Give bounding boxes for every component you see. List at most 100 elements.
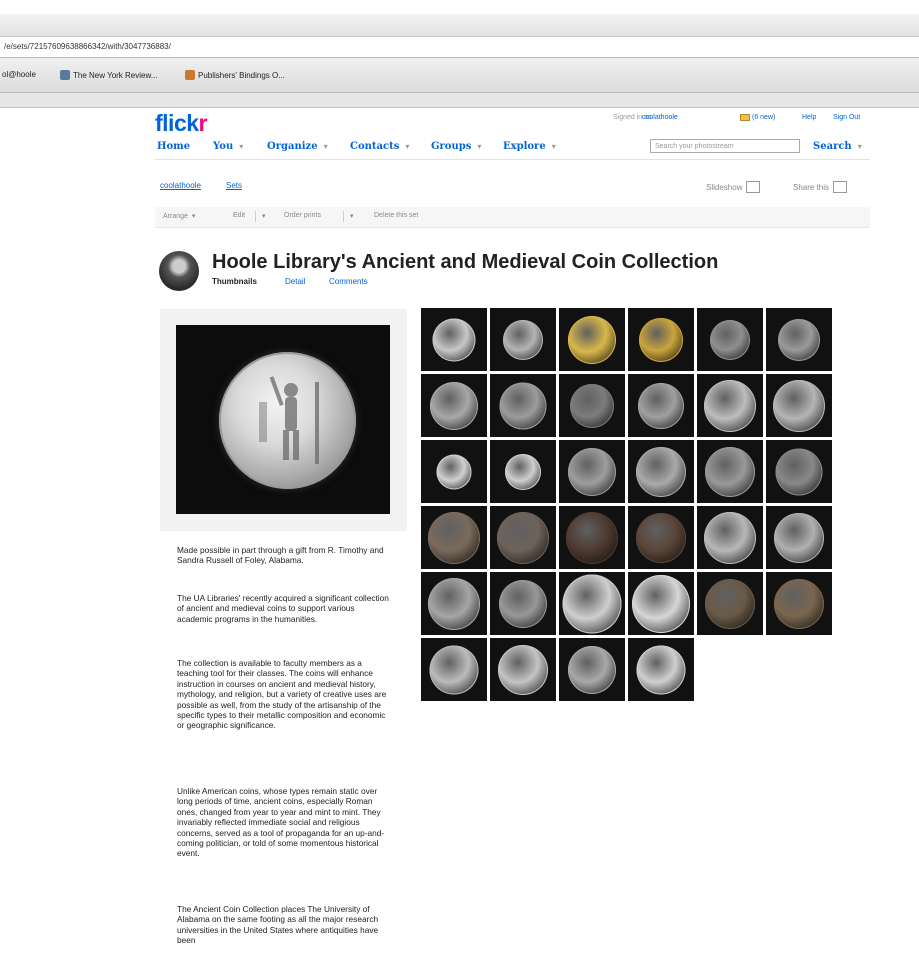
coin-image xyxy=(430,381,478,430)
thumbnail-silver-coin-portrait[interactable] xyxy=(421,374,487,437)
delete-set-button[interactable]: Delete this set xyxy=(374,212,418,219)
username-link[interactable]: coolathoole xyxy=(642,114,678,121)
coin-image xyxy=(429,645,479,694)
share-button[interactable]: Share this xyxy=(793,181,848,193)
bookmark-item[interactable]: The New York Review... xyxy=(60,70,157,80)
nav-explore[interactable]: Explore ▾ xyxy=(503,141,556,152)
order-chevron-icon[interactable]: ▾ xyxy=(350,212,354,220)
coin-image xyxy=(774,578,824,629)
thumbnail-silver-coin-star-2[interactable] xyxy=(766,374,832,437)
thumbnail-bronze-coin[interactable] xyxy=(421,506,487,569)
thumbnail-dark-silver-coin-3[interactable] xyxy=(766,440,832,503)
description-paragraph: The UA Libraries' recently acquired a si… xyxy=(177,593,389,624)
coin-image xyxy=(636,645,686,694)
description-paragraph: Made possible in part through a gift fro… xyxy=(177,545,384,566)
nav-groups[interactable]: Groups ▾ xyxy=(431,141,481,152)
view-detail[interactable]: Detail xyxy=(285,277,305,286)
primary-photo[interactable] xyxy=(176,325,390,514)
thumbnail-gold-coin-standing[interactable] xyxy=(628,308,694,371)
thumbnail-silver-coin-standing-2[interactable] xyxy=(628,638,694,701)
coin-image xyxy=(705,578,755,629)
mail-link[interactable]: (6 new) xyxy=(740,114,775,121)
standing-figure-icon xyxy=(259,376,319,464)
view-comments[interactable]: Comments xyxy=(329,277,368,286)
chevron-down-icon[interactable]: ▾ xyxy=(858,142,862,151)
set-toolbar: Arrange ▾ Edit ▾ Order prints ▾ Delete th… xyxy=(155,207,870,228)
search-button[interactable]: Search ▾ xyxy=(813,141,862,152)
thumbnail-dark-bronze-coin-2[interactable] xyxy=(628,506,694,569)
thumbnail-silver-coin-bright-2[interactable] xyxy=(766,506,832,569)
chevron-down-icon[interactable]: ▾ xyxy=(405,142,409,151)
thumbnail-silver-coin-portrait-3[interactable] xyxy=(490,638,556,701)
thumbnail-silver-coin-portrait-2[interactable] xyxy=(490,374,556,437)
thumbnail-bronze-coin-2[interactable] xyxy=(490,506,556,569)
toolbar-separator xyxy=(255,211,256,222)
coin-image xyxy=(568,447,616,496)
coin-image xyxy=(568,315,616,364)
coin-image xyxy=(636,512,686,563)
thumbnail-dark-coin-ring-2[interactable] xyxy=(766,572,832,635)
view-thumbnails[interactable]: Thumbnails xyxy=(212,277,257,286)
coin-image xyxy=(432,318,476,361)
coin-image xyxy=(436,454,472,489)
thumbnail-silver-coin-worn[interactable] xyxy=(628,374,694,437)
chevron-down-icon[interactable]: ▾ xyxy=(552,142,556,151)
thumbnail-large-silver-coin-inscription[interactable] xyxy=(559,572,625,635)
thumbnail-dark-silver-coin[interactable] xyxy=(697,308,763,371)
share-icon xyxy=(833,181,848,193)
thumbnail-dark-bronze-coin[interactable] xyxy=(559,506,625,569)
coin-image xyxy=(499,579,547,628)
share-label: Share this xyxy=(793,182,830,192)
thumbnail-large-silver-coin-inscription-2[interactable] xyxy=(628,572,694,635)
coin-image xyxy=(704,511,756,564)
thumbnail-silver-coin-standing-figure[interactable] xyxy=(421,308,487,371)
toolbar-separator xyxy=(343,211,344,222)
chevron-down-icon[interactable]: ▾ xyxy=(324,142,328,151)
address-url[interactable]: /e/sets/72157609638866342/with/304773688… xyxy=(4,42,171,51)
address-bar[interactable]: /e/sets/72157609638866342/with/304773688… xyxy=(0,37,919,58)
help-link[interactable]: Help xyxy=(802,114,816,121)
nav-organize[interactable]: Organize ▾ xyxy=(267,141,328,152)
nav-you[interactable]: You ▾ xyxy=(213,141,243,152)
chevron-down-icon[interactable]: ▾ xyxy=(239,142,243,151)
sign-out-link[interactable]: Sign Out xyxy=(833,114,860,121)
bookmark-label: ol@hoole xyxy=(2,70,36,79)
coin-image xyxy=(562,574,622,633)
slideshow-button[interactable]: Slideshow xyxy=(706,181,761,193)
thumbnail-silver-coin-bright[interactable] xyxy=(697,506,763,569)
thumbnail-silver-coin-figure[interactable] xyxy=(421,638,487,701)
nav-home[interactable]: Home xyxy=(157,141,190,152)
thumbnail-dark-coin-ring[interactable] xyxy=(697,572,763,635)
thumbnail-silver-coin-cross[interactable] xyxy=(559,440,625,503)
edit-chevron-icon[interactable]: ▾ xyxy=(262,212,266,220)
coin-image xyxy=(775,448,823,495)
order-prints-menu[interactable]: Order prints xyxy=(284,212,321,219)
breadcrumb-user[interactable]: coolathoole xyxy=(160,181,201,190)
thumbnail-silver-coin-grid[interactable] xyxy=(628,440,694,503)
bookmark-label: The New York Review... xyxy=(73,70,158,80)
browser-tab-strip xyxy=(0,93,919,108)
breadcrumb-sets[interactable]: Sets xyxy=(226,181,242,190)
thumbnail-silver-coin-dotted[interactable] xyxy=(697,440,763,503)
thumbnail-silver-coin-head[interactable] xyxy=(490,308,556,371)
thumbnail-silver-coin-star[interactable] xyxy=(697,374,763,437)
flickr-logo[interactable]: flickr xyxy=(155,110,208,137)
search-input[interactable]: Search your photostream xyxy=(650,139,800,153)
chevron-down-icon: ▾ xyxy=(191,213,196,220)
edit-menu[interactable]: Edit xyxy=(233,212,245,219)
thumbnail-silver-coin-animal[interactable] xyxy=(421,572,487,635)
thumbnail-silver-coin-animal-2[interactable] xyxy=(490,572,556,635)
nav-contacts[interactable]: Contacts ▾ xyxy=(350,141,409,152)
thumbnail-gold-coin-figure[interactable] xyxy=(559,308,625,371)
avatar[interactable] xyxy=(159,251,199,291)
thumbnail-silver-coin-figure-2[interactable] xyxy=(559,638,625,701)
coin-image xyxy=(219,352,356,489)
thumbnail-small-silver-coin-2[interactable] xyxy=(490,440,556,503)
bookmark-item[interactable]: Publishers' Bindings O... xyxy=(185,70,285,80)
thumbnail-dark-coin-figure[interactable] xyxy=(559,374,625,437)
thumbnail-small-silver-coin[interactable] xyxy=(421,440,487,503)
arrange-menu[interactable]: Arrange ▾ xyxy=(163,212,195,220)
thumbnail-dark-silver-coin-2[interactable] xyxy=(766,308,832,371)
bookmark-item[interactable]: ol@hoole xyxy=(2,70,36,79)
chevron-down-icon[interactable]: ▾ xyxy=(477,142,481,151)
